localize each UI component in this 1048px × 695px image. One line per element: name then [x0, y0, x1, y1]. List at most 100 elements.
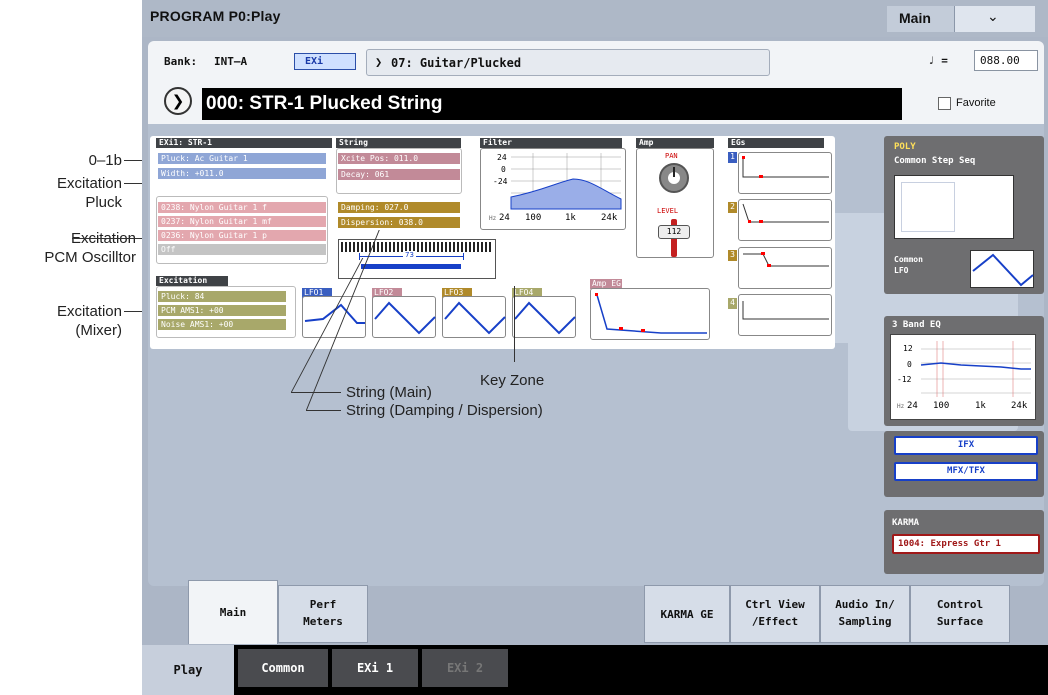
- filter-header: Filter: [480, 138, 622, 148]
- amp-header: Amp: [636, 138, 714, 148]
- eq-graph[interactable]: 12 0 -12 Hz 24 100 1k 24k: [890, 334, 1036, 420]
- tempo-field[interactable]: 088.00: [974, 50, 1038, 71]
- string-header: String: [336, 138, 461, 148]
- pluck-width-bar[interactable]: Width: +011.0: [158, 168, 326, 179]
- eq-xtick: 24: [907, 401, 918, 411]
- xcite-pos-bar[interactable]: Xcite Pos: 011.0: [338, 153, 460, 164]
- callout-line: [291, 392, 341, 393]
- dispersion-bar[interactable]: Dispersion: 038.0: [338, 217, 460, 228]
- pcm-row[interactable]: 0238: Nylon Guitar 1 f: [158, 202, 326, 213]
- exi-overview-panel: EXi1: STR-1 Pluck: Ac Guitar 1 Width: +0…: [150, 136, 835, 349]
- egs-header: EGs: [728, 138, 824, 148]
- callout-string-main: String (Main): [346, 384, 432, 401]
- karma-panel: KARMA 1004: Express Gtr 1: [884, 510, 1044, 574]
- pan-knob[interactable]: [659, 163, 689, 193]
- category-select[interactable]: ❯ 07: Guitar/Plucked: [366, 49, 770, 76]
- tab-exi2[interactable]: EXi 2: [422, 649, 508, 687]
- callout-line: [306, 410, 341, 411]
- filter-graph[interactable]: 24 0 -24 Hz 24 100 1k 24k: [480, 148, 626, 230]
- tab-perf-meters[interactable]: Perf Meters: [278, 585, 368, 643]
- lfo4-graph[interactable]: [512, 296, 576, 338]
- eq-xunit: Hz: [897, 403, 905, 410]
- pluck-type-bar[interactable]: Pluck: Ac Guitar 1: [158, 153, 326, 164]
- eq-xtick: 24k: [1011, 401, 1028, 411]
- eq-ytick: -12: [897, 375, 912, 384]
- pcm-row[interactable]: 0237: Nylon Guitar 1 mf: [158, 216, 326, 227]
- eg-num: 1: [728, 152, 737, 163]
- lfo3-graph[interactable]: [442, 296, 506, 338]
- level-label: LEVEL: [657, 207, 679, 215]
- chevron-right-icon: ❯: [171, 92, 185, 110]
- chevron-down-icon: ⌄: [987, 9, 999, 25]
- callout-string-damping: String (Damping / Dispersion): [346, 402, 543, 419]
- exi-type-badge: EXi: [294, 53, 356, 70]
- karma-label: KARMA: [892, 518, 920, 528]
- amp-eg-graph[interactable]: [590, 288, 710, 340]
- callout-excitation-pluck: Excitation Pluck: [56, 175, 122, 211]
- common-lfo-graph[interactable]: [970, 250, 1034, 288]
- eg-graph[interactable]: [738, 152, 832, 194]
- main-area: Bank: INT–A EXi ❯ 07: Guitar/Plucked ♩ =…: [148, 41, 1044, 586]
- mixer-pcm-bar[interactable]: PCM AMS1: +00: [158, 305, 286, 316]
- eq-ytick: 12: [903, 344, 913, 353]
- decay-bar[interactable]: Decay: 061: [338, 169, 460, 180]
- amp-section: PAN LEVEL 112: [636, 148, 714, 258]
- level-slider[interactable]: 112: [658, 225, 690, 239]
- filter-ytick: 24: [497, 153, 507, 162]
- eg-graph[interactable]: [738, 199, 832, 241]
- damping-bar[interactable]: Damping: 027.0: [338, 202, 460, 213]
- bank-value[interactable]: INT–A: [214, 55, 247, 68]
- key-zone-value: 73: [403, 251, 416, 259]
- tab-control-surface[interactable]: Control Surface: [910, 585, 1010, 643]
- common-panel: POLY Common Step Seq Common LFO: [884, 136, 1044, 294]
- mixer-pluck-bar[interactable]: Pluck: 84: [158, 291, 286, 302]
- page-dropdown[interactable]: ⌄: [954, 6, 1035, 32]
- program-name[interactable]: 000: STR-1 Plucked String: [202, 88, 902, 120]
- callout-excitation-pcm: Excitation PCM Oscilltor: [44, 230, 136, 266]
- tab-common[interactable]: Common: [238, 649, 328, 687]
- program-select-band: Bank: INT–A EXi ❯ 07: Guitar/Plucked ♩ =…: [148, 41, 1044, 124]
- eq-ytick: 0: [907, 360, 912, 369]
- filter-xunit: Hz: [489, 215, 497, 222]
- pcm-row[interactable]: 0236: Nylon Guitar 1 p: [158, 230, 326, 241]
- tab-main[interactable]: Main: [188, 580, 278, 644]
- favorite-checkbox[interactable]: [938, 97, 951, 110]
- lfo1-graph[interactable]: [302, 296, 366, 338]
- eg-num: 2: [728, 202, 737, 213]
- callout-excitation-mixer: Excitation (Mixer): [56, 303, 122, 339]
- lfo2-graph[interactable]: [372, 296, 436, 338]
- pcm-row[interactable]: Off: [158, 244, 326, 255]
- ifx-button[interactable]: IFX: [894, 436, 1038, 455]
- mixer-noise-bar[interactable]: Noise AMS1: +00: [158, 319, 286, 330]
- pan-label: PAN: [665, 152, 678, 160]
- tab-play[interactable]: Play: [142, 645, 234, 695]
- page-selector[interactable]: Main ⌄: [887, 6, 1035, 32]
- karma-gesture-field[interactable]: 1004: Express Gtr 1: [892, 534, 1040, 554]
- exi-header: EXi1: STR-1: [156, 138, 332, 148]
- callout-line: [514, 286, 515, 362]
- mfx-button[interactable]: MFX/TFX: [894, 462, 1038, 481]
- eq-xtick: 100: [933, 401, 950, 411]
- tab-audio-in[interactable]: Audio In/ Sampling: [820, 585, 910, 643]
- eg-graph[interactable]: [738, 294, 832, 336]
- tab-ctrl-view[interactable]: Ctrl View /Effect: [730, 585, 820, 643]
- eg-graph[interactable]: [738, 247, 832, 289]
- excitation-header: Excitation: [156, 276, 228, 286]
- poly-label: POLY: [894, 142, 916, 152]
- eq-label: 3 Band EQ: [892, 320, 941, 330]
- program-select-button[interactable]: ❯: [164, 87, 192, 115]
- tab-karma-ge[interactable]: KARMA GE: [644, 585, 730, 643]
- effects-panel: IFX MFX/TFX: [884, 431, 1044, 497]
- eg-num: 4: [728, 298, 737, 309]
- eg-num: 3: [728, 250, 737, 261]
- step-seq-graph[interactable]: [894, 175, 1014, 239]
- step-seq-label: Common Step Seq: [894, 156, 976, 166]
- page-title: PROGRAM P0:Play: [150, 8, 281, 24]
- page-label: Main: [899, 10, 931, 26]
- favorite-label: Favorite: [956, 97, 996, 109]
- program-screen: PROGRAM P0:Play Main ⌄ Bank: INT–A EXi ❯…: [142, 0, 1048, 695]
- eq-xtick: 1k: [975, 401, 986, 411]
- callout-0-1b: 0–1b: [88, 152, 122, 169]
- tab-exi1[interactable]: EXi 1: [332, 649, 418, 687]
- eq-panel: 3 Band EQ 12 0 -12 Hz 24 100 1k 24k: [884, 316, 1044, 426]
